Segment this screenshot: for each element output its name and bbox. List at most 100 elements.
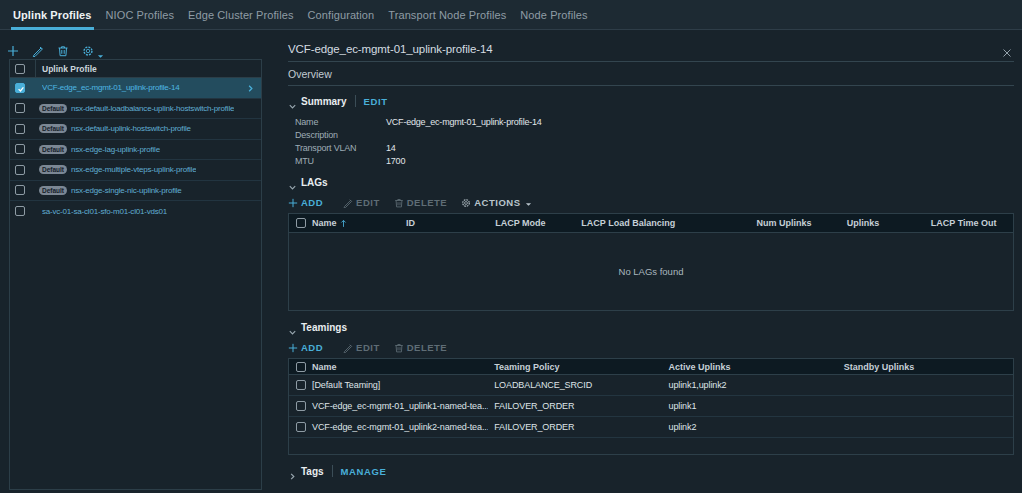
column-header[interactable]: Uplinks (841, 218, 925, 228)
teamings-add-button[interactable]: ADD (288, 342, 323, 353)
field-label: Name (295, 117, 386, 127)
column-header[interactable]: LACP Load Balancing (575, 218, 750, 228)
select-all-checkbox[interactable] (296, 362, 306, 372)
chevron-right-icon[interactable] (288, 467, 297, 476)
lags-actions-menu[interactable]: ACTIONS (461, 197, 532, 208)
sort-asc-icon (340, 219, 347, 228)
field-value: 14 (386, 143, 396, 153)
tab-configuration[interactable]: Configuration (307, 0, 376, 29)
gear-icon (82, 43, 94, 55)
page-title: VCF-edge_ec-mgmt-01_uplink-profile-14 (288, 43, 493, 55)
edit-icon[interactable] (32, 43, 44, 55)
overview-label: Overview (288, 62, 1014, 86)
column-header[interactable]: Num Uplinks (751, 218, 841, 228)
select-all-checkbox[interactable] (15, 64, 25, 74)
profile-name: nsx-default-loadbalance-uplink-hostswitc… (71, 104, 234, 113)
summary-field: NameVCF-edge_ec-mgmt-01_uplink-profile-1… (295, 116, 1014, 129)
table-cell: uplink1,uplink2 (662, 380, 837, 390)
chevron-down-icon[interactable] (288, 178, 297, 187)
delete-icon[interactable] (57, 43, 69, 55)
tab-node-profiles[interactable]: Node Profiles (519, 0, 588, 29)
gear-icon (461, 198, 471, 208)
column-header[interactable]: Name (306, 218, 400, 228)
column-header[interactable]: ID (400, 218, 489, 228)
field-label: MTU (295, 156, 386, 166)
uplink-profile-row[interactable]: sa-vc-01-sa-cl01-sfo-m01-cl01-vds01 (10, 201, 261, 222)
lags-toolbar: ADD EDIT DELETE ACTIONS (288, 196, 1014, 209)
row-checkbox[interactable] (296, 401, 306, 411)
add-icon[interactable] (7, 43, 19, 55)
uplink-profile-column-header[interactable]: Uplink Profile (42, 64, 97, 74)
row-checkbox[interactable] (296, 422, 306, 432)
manage-tags-button[interactable]: MANAGE (341, 466, 387, 477)
column-header[interactable]: Standby Uplinks (838, 362, 1013, 372)
caret-down-icon (97, 46, 104, 53)
tab-uplink-profiles[interactable]: Uplink Profiles (12, 0, 93, 29)
sidebar-toolbar (7, 40, 104, 58)
teamings-toolbar: ADD EDIT DELETE (288, 341, 1014, 354)
uplink-profile-row[interactable]: Default nsx-default-uplink-hostswitch-pro… (10, 119, 261, 140)
settings-menu[interactable] (82, 43, 104, 55)
chevron-down-icon[interactable] (288, 323, 297, 332)
default-badge: Default (39, 165, 67, 174)
lags-add-button[interactable]: ADD (288, 197, 323, 208)
column-header[interactable]: LACP Time Out (925, 218, 1013, 228)
teamings-delete-button[interactable]: DELETE (394, 342, 447, 353)
default-badge: Default (39, 124, 67, 133)
summary-heading: Summary (301, 96, 347, 107)
profile-tabs: Uplink Profiles NIOC Profiles Edge Cluster… (0, 0, 1022, 30)
lags-empty-state: No LAGs found (289, 233, 1013, 310)
add-icon (288, 343, 298, 353)
column-header[interactable]: Teaming Policy (488, 362, 662, 372)
teamings-table: NameTeaming PolicyActive UplinksStandby … (288, 358, 1014, 455)
teamings-edit-button[interactable]: EDIT (343, 342, 380, 353)
row-checkbox[interactable] (15, 103, 25, 113)
column-header[interactable]: Active Uplinks (662, 362, 837, 372)
profile-name: nsx-edge-single-nic-uplink-profile (71, 186, 182, 195)
tab-transport-node-profiles[interactable]: Transport Node Profiles (387, 0, 507, 29)
row-checkbox[interactable] (296, 380, 306, 390)
edit-summary-button[interactable]: EDIT (364, 96, 388, 107)
row-checkbox[interactable] (15, 165, 25, 175)
teaming-row[interactable]: VCF-edge_ec-mgmt-01_uplink1-named-tea...… (289, 396, 1013, 417)
lags-section-header: LAGs (288, 175, 1014, 189)
profile-name: nsx-default-uplink-hostswitch-profile (71, 124, 191, 133)
teaming-row[interactable]: [Default Teaming]LOADBALANCE_SRCIDuplink… (289, 375, 1013, 396)
summary-fields: NameVCF-edge_ec-mgmt-01_uplink-profile-1… (295, 116, 1014, 167)
column-header[interactable]: Name (306, 362, 488, 372)
profile-name: sa-vc-01-sa-cl01-sfo-m01-cl01-vds01 (42, 207, 167, 216)
lags-edit-button[interactable]: EDIT (343, 197, 380, 208)
table-cell: VCF-edge_ec-mgmt-01_uplink2-named-tea... (306, 422, 488, 432)
row-checkbox[interactable] (15, 206, 25, 216)
delete-icon (394, 198, 404, 208)
uplink-profile-list: Uplink Profile VCF-edge_ec-mgmt-01_uplin… (9, 59, 262, 490)
uplink-profile-row[interactable]: Defaultnsx-default-loadbalance-uplink-ho… (10, 99, 261, 120)
tab-nioc-profiles[interactable]: NIOC Profiles (105, 0, 176, 29)
table-cell: FAILOVER_ORDER (488, 422, 662, 432)
tags-heading: Tags (301, 466, 324, 477)
row-checkbox[interactable] (15, 144, 25, 154)
teamings-section-header: Teamings (288, 320, 1014, 334)
uplink-profile-row[interactable]: Defaultnsx-edge-multiple-vteps-uplink-pr… (10, 160, 261, 181)
column-header[interactable]: LACP Mode (489, 218, 575, 228)
teaming-row[interactable]: VCF-edge_ec-mgmt-01_uplink2-named-tea...… (289, 417, 1013, 438)
profile-name: nsx-edge-lag-uplink-profile (71, 145, 160, 154)
field-value: VCF-edge_ec-mgmt-01_uplink-profile-14 (386, 117, 542, 127)
close-icon[interactable] (1002, 44, 1012, 54)
row-checkbox[interactable] (15, 185, 25, 195)
select-all-checkbox[interactable] (296, 218, 306, 228)
lags-delete-button[interactable]: DELETE (394, 197, 447, 208)
caret-down-icon (525, 199, 532, 206)
row-checkbox[interactable] (15, 83, 25, 93)
chevron-down-icon[interactable] (288, 97, 297, 106)
table-cell: VCF-edge_ec-mgmt-01_uplink1-named-tea... (306, 401, 488, 411)
summary-field: MTU1700 (295, 154, 1014, 167)
uplink-profile-row[interactable]: Defaultnsx-edge-single-nic-uplink-profil… (10, 181, 261, 202)
tab-edge-cluster-profiles[interactable]: Edge Cluster Profiles (187, 0, 294, 29)
row-checkbox[interactable] (15, 124, 25, 134)
uplink-profile-row[interactable]: Default nsx-edge-lag-uplink-profile (10, 140, 261, 161)
table-cell: [Default Teaming] (306, 380, 488, 390)
uplink-profile-row[interactable]: VCF-edge_ec-mgmt-01_uplink-profile-14 (10, 78, 261, 99)
summary-field: Description (295, 129, 1014, 142)
default-badge: Default (39, 145, 67, 154)
